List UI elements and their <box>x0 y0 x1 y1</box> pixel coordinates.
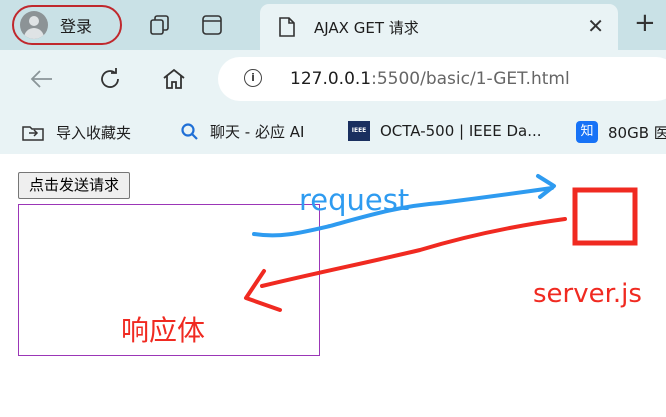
send-request-button[interactable]: 点击发送请求 <box>18 172 131 199</box>
active-tab[interactable]: AJAX GET 请求 ✕ <box>260 4 618 50</box>
refresh-icon[interactable] <box>96 65 124 93</box>
document-icon <box>279 17 295 37</box>
bookmark-label: OCTA-500 | IEEE Da... <box>380 122 542 140</box>
new-tab-icon[interactable]: + <box>634 10 656 36</box>
site-info-icon[interactable]: i <box>244 69 262 87</box>
avatar-icon <box>20 11 48 39</box>
bookmark-import-favorites[interactable]: 导入收藏夹 <box>20 121 131 143</box>
bookmarks-bar: 导入收藏夹 聊天 - 必应 AI IEEE OCTA-500 | IEEE Da… <box>0 108 666 154</box>
bookmark-label: 导入收藏夹 <box>56 123 132 142</box>
tab-title: AJAX GET 请求 <box>314 19 419 37</box>
ieee-icon: IEEE <box>348 121 370 141</box>
server-annotation: server.js <box>533 279 642 309</box>
home-icon[interactable] <box>160 65 188 93</box>
workspaces-icon[interactable] <box>148 13 172 37</box>
url-text: 127.0.0.1:5500/basic/1-GET.html <box>290 69 570 89</box>
tab-bar: 登录 AJAX GET 请求 ✕ + <box>0 0 666 50</box>
profile-label: 登录 <box>60 17 93 36</box>
bookmark-zhihu[interactable]: 知 80GB 医 <box>576 121 666 143</box>
response-body-annotation: 响应体 <box>121 314 206 347</box>
bookmark-ieee[interactable]: IEEE OCTA-500 | IEEE Da... <box>348 121 542 141</box>
url-host: 127.0.0.1 <box>290 69 372 89</box>
zhihu-icon: 知 <box>576 121 598 143</box>
import-favorites-icon <box>22 126 44 141</box>
bing-search-icon <box>181 122 198 140</box>
navigation-bar: i 127.0.0.1:5500/basic/1-GET.html <box>0 50 666 108</box>
url-path: :5500/basic/1-GET.html <box>371 69 570 89</box>
profile-button[interactable]: 登录 <box>12 5 122 45</box>
bookmark-label: 80GB 医 <box>608 123 666 142</box>
request-annotation: request <box>299 183 410 217</box>
address-bar[interactable]: i 127.0.0.1:5500/basic/1-GET.html <box>218 57 666 101</box>
bookmark-bing-chat[interactable]: 聊天 - 必应 AI <box>180 121 304 142</box>
tab-actions-icon[interactable] <box>200 13 224 37</box>
back-icon[interactable] <box>28 65 56 93</box>
close-tab-icon[interactable]: ✕ <box>587 14 604 38</box>
bookmark-label: 聊天 - 必应 AI <box>210 123 305 141</box>
